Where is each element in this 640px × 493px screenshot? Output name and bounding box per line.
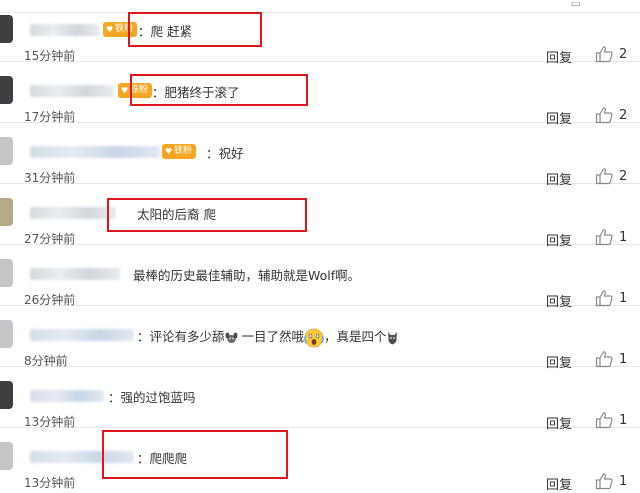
like-count: 1	[619, 352, 628, 367]
highlight-box	[128, 12, 262, 47]
comment-text: ：评论有多少舔 一目了然哦 ，真是四个	[137, 326, 398, 348]
comment-text: ：祝好	[206, 146, 244, 161]
avatar[interactable]	[0, 259, 13, 287]
scared-face-emoji	[304, 328, 324, 347]
avatar[interactable]	[0, 15, 13, 43]
badge-flame-icon: ♥	[165, 147, 173, 156]
username-blurred[interactable]	[30, 268, 120, 280]
like-count: 1	[619, 474, 628, 489]
avatar[interactable]	[0, 320, 13, 348]
badge-flame-icon: ♥	[106, 25, 114, 34]
username-blurred[interactable]	[30, 329, 134, 341]
username-blurred[interactable]	[30, 85, 114, 97]
like-count: 1	[619, 291, 628, 306]
username-blurred[interactable]	[30, 146, 160, 158]
comment-text: ：强的过饱蓝吗	[108, 390, 196, 405]
comment-item: ♥ 铁粉 ：爬 赶紧 15分钟前 回复 2	[0, 0, 640, 66]
dog-face-emoji	[225, 332, 238, 343]
wolf-emoji	[387, 331, 397, 344]
comment-item: ♥ 铁粉 ：肥猪终于滚了 17分钟前 回复 2	[0, 61, 640, 127]
comment-item: ♥ 铁粉 ：祝好 31分钟前 回复 2	[0, 122, 640, 188]
badge-flame-icon: ♥	[121, 86, 129, 95]
like-count: 2	[619, 47, 628, 62]
like-count: 1	[619, 230, 628, 245]
comment-time: 13分钟前	[24, 476, 76, 490]
like-count: 2	[619, 108, 628, 123]
avatar[interactable]	[0, 76, 13, 104]
like-count: 2	[619, 169, 628, 184]
highlight-box	[102, 430, 288, 479]
comment-item: 太阳的后裔 爬 27分钟前 回复 1	[0, 183, 640, 249]
thumbs-up-icon[interactable]	[595, 472, 613, 490]
username-blurred[interactable]	[30, 207, 116, 219]
comment-item: ：强的过饱蓝吗 13分钟前 回复 1	[0, 366, 640, 432]
comment-text: 最棒的历史最佳辅助，辅助就是Wolf啊。	[133, 268, 361, 283]
avatar[interactable]	[0, 137, 13, 165]
avatar[interactable]	[0, 442, 13, 470]
username-blurred[interactable]	[30, 390, 104, 402]
comment-item: 最棒的历史最佳辅助，辅助就是Wolf啊。 26分钟前 回复 1	[0, 244, 640, 310]
comment-item: ：评论有多少舔 一目了然哦 ，真是四个 8分钟前 回复 1	[0, 305, 640, 371]
like-count: 1	[619, 413, 628, 428]
comment-item: ：爬爬爬 13分钟前 回复 1	[0, 427, 640, 493]
avatar[interactable]	[0, 198, 13, 226]
avatar[interactable]	[0, 381, 13, 409]
highlight-box	[107, 198, 307, 232]
username-blurred[interactable]	[30, 24, 100, 36]
iron-fan-badge[interactable]: ♥ 铁粉	[162, 144, 197, 159]
reply-button[interactable]: 回复	[546, 474, 572, 493]
highlight-box	[130, 74, 308, 106]
